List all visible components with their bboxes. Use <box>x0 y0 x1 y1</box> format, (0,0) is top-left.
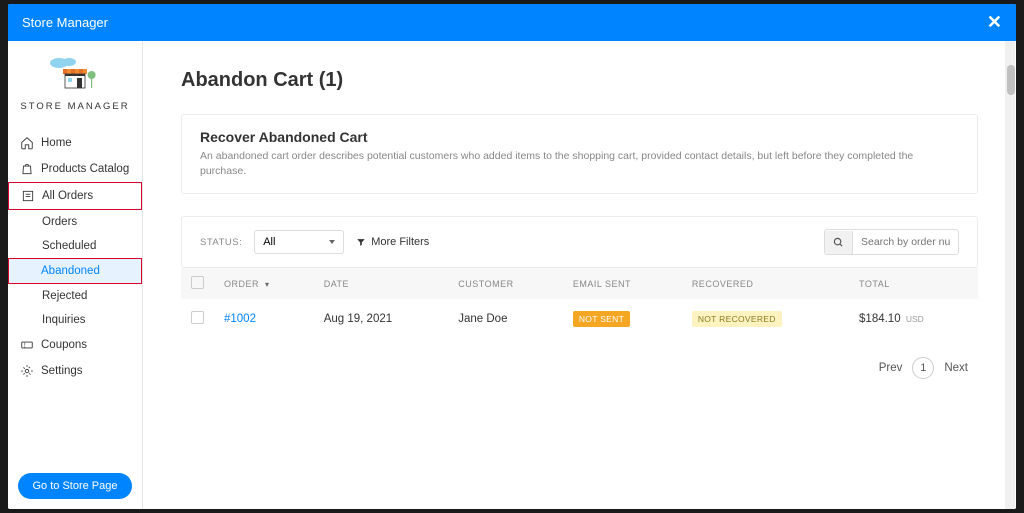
search-icon <box>833 237 844 248</box>
scrollbar-thumb[interactable] <box>1007 65 1015 95</box>
sort-caret-icon: ▾ <box>265 280 270 289</box>
main-content: Abandon Cart (1) Recover Abandoned Cart … <box>143 41 1016 509</box>
sidebar-item-settings[interactable]: Settings <box>8 358 142 384</box>
bag-icon <box>20 162 34 176</box>
order-link[interactable]: #1002 <box>224 313 256 325</box>
col-checkbox <box>181 268 214 299</box>
close-button[interactable]: ✕ <box>987 12 1002 33</box>
sidebar-item-label: Home <box>41 137 72 149</box>
more-filters-button[interactable]: More Filters <box>356 236 429 248</box>
nav: Home Products Catalog All Orders Orders … <box>8 122 142 463</box>
go-to-store-button[interactable]: Go to Store Page <box>18 473 132 499</box>
cell-customer: Jane Doe <box>448 299 563 339</box>
cell-total: $184.10 USD <box>849 299 978 339</box>
sidebar-item-label: Settings <box>41 365 83 377</box>
home-icon <box>20 136 34 150</box>
orders-table: ORDER▾ DATE CUSTOMER EMAIL SENT RECOVERE… <box>181 268 978 339</box>
col-order[interactable]: ORDER▾ <box>214 268 314 299</box>
sidebar-item-abandoned[interactable]: Abandoned <box>8 258 142 284</box>
recovered-badge: NOT RECOVERED <box>692 311 782 327</box>
currency-label: USD <box>906 314 924 324</box>
cell-date: Aug 19, 2021 <box>314 299 449 339</box>
logo-label: STORE MANAGER <box>18 101 132 112</box>
col-total[interactable]: TOTAL <box>849 268 978 299</box>
table-header-row: ORDER▾ DATE CUSTOMER EMAIL SENT RECOVERE… <box>181 268 978 299</box>
col-recovered[interactable]: RECOVERED <box>682 268 849 299</box>
sidebar-item-rejected[interactable]: Rejected <box>8 284 142 308</box>
logo-area: STORE MANAGER <box>8 41 142 122</box>
modal-title: Store Manager <box>22 15 108 30</box>
sidebar-item-inquiries[interactable]: Inquiries <box>8 308 142 332</box>
status-label: STATUS: <box>200 237 242 248</box>
page-number[interactable]: 1 <box>912 357 934 379</box>
filter-icon <box>356 237 366 247</box>
store-logo-icon <box>45 55 105 95</box>
info-card-title: Recover Abandoned Cart <box>200 129 959 145</box>
coupon-icon <box>20 338 34 352</box>
sidebar-item-coupons[interactable]: Coupons <box>8 332 142 358</box>
gear-icon <box>20 364 34 378</box>
sidebar-item-scheduled[interactable]: Scheduled <box>8 234 142 258</box>
filter-left: STATUS: All More Filters <box>200 230 429 254</box>
page-title: Abandon Cart (1) <box>181 69 978 92</box>
modal-body: STORE MANAGER Home Products Catalog All … <box>8 41 1016 509</box>
info-card-description: An abandoned cart order describes potent… <box>200 149 959 179</box>
sidebar-item-label: Products Catalog <box>41 163 129 175</box>
more-filters-label: More Filters <box>371 236 429 248</box>
sidebar-item-orders[interactable]: Orders <box>8 210 142 234</box>
search-input[interactable] <box>853 230 958 254</box>
scrollbar-track[interactable] <box>1005 41 1015 509</box>
modal-header: Store Manager ✕ <box>8 4 1016 41</box>
sidebar-item-home[interactable]: Home <box>8 130 142 156</box>
status-select[interactable]: All <box>254 230 344 254</box>
store-manager-modal: Store Manager ✕ STO <box>8 4 1016 509</box>
col-date[interactable]: DATE <box>314 268 449 299</box>
sidebar-item-label: All Orders <box>42 190 93 202</box>
col-email-sent[interactable]: EMAIL SENT <box>563 268 682 299</box>
col-customer[interactable]: CUSTOMER <box>448 268 563 299</box>
email-sent-badge: NOT SENT <box>573 311 630 327</box>
select-all-checkbox[interactable] <box>191 276 204 289</box>
sidebar-item-products[interactable]: Products Catalog <box>8 156 142 182</box>
search-wrap <box>824 229 959 255</box>
search-button[interactable] <box>825 231 853 254</box>
orders-icon <box>21 189 35 203</box>
pagination: Prev 1 Next <box>181 339 978 387</box>
sidebar: STORE MANAGER Home Products Catalog All … <box>8 41 143 509</box>
row-checkbox[interactable] <box>191 311 204 324</box>
info-card: Recover Abandoned Cart An abandoned cart… <box>181 114 978 194</box>
prev-button[interactable]: Prev <box>879 362 903 374</box>
table-row: #1002 Aug 19, 2021 Jane Doe NOT SENT NOT… <box>181 299 978 339</box>
sidebar-item-all-orders[interactable]: All Orders <box>8 182 142 210</box>
next-button[interactable]: Next <box>944 362 968 374</box>
sidebar-item-label: Coupons <box>41 339 87 351</box>
filter-bar: STATUS: All More Filters <box>181 216 978 268</box>
